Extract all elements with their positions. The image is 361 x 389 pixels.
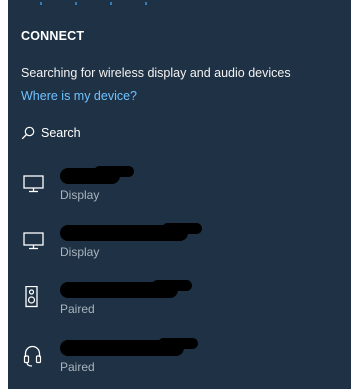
- device-item[interactable]: Display: [8, 166, 351, 214]
- device-name-redacted: [60, 338, 198, 356]
- search-button[interactable]: Search: [21, 124, 81, 142]
- device-item[interactable]: Display: [8, 223, 351, 271]
- panel-top-edge: [40, 2, 147, 8]
- search-label: Search: [41, 126, 81, 140]
- device-item[interactable]: Paired: [8, 280, 351, 328]
- search-icon: [21, 126, 35, 140]
- speaker-icon: [21, 285, 49, 310]
- headset-icon: [21, 344, 49, 368]
- device-status-label: Paired: [60, 360, 95, 374]
- monitor-icon: [21, 229, 49, 253]
- device-name-redacted: [60, 223, 202, 241]
- device-status-label: Paired: [60, 302, 95, 316]
- device-type-label: Display: [60, 188, 100, 202]
- device-type-label: Display: [60, 245, 100, 259]
- monitor-icon: [21, 172, 49, 196]
- search-status-text: Searching for wireless display and audio…: [21, 66, 291, 80]
- device-item[interactable]: Paired: [8, 338, 351, 386]
- connect-panel: CONNECT Searching for wireless display a…: [8, 0, 351, 389]
- device-name-redacted: [60, 280, 192, 298]
- panel-title: CONNECT: [21, 29, 85, 43]
- device-name-redacted: [60, 166, 134, 184]
- where-is-my-device-link[interactable]: Where is my device?: [21, 89, 137, 103]
